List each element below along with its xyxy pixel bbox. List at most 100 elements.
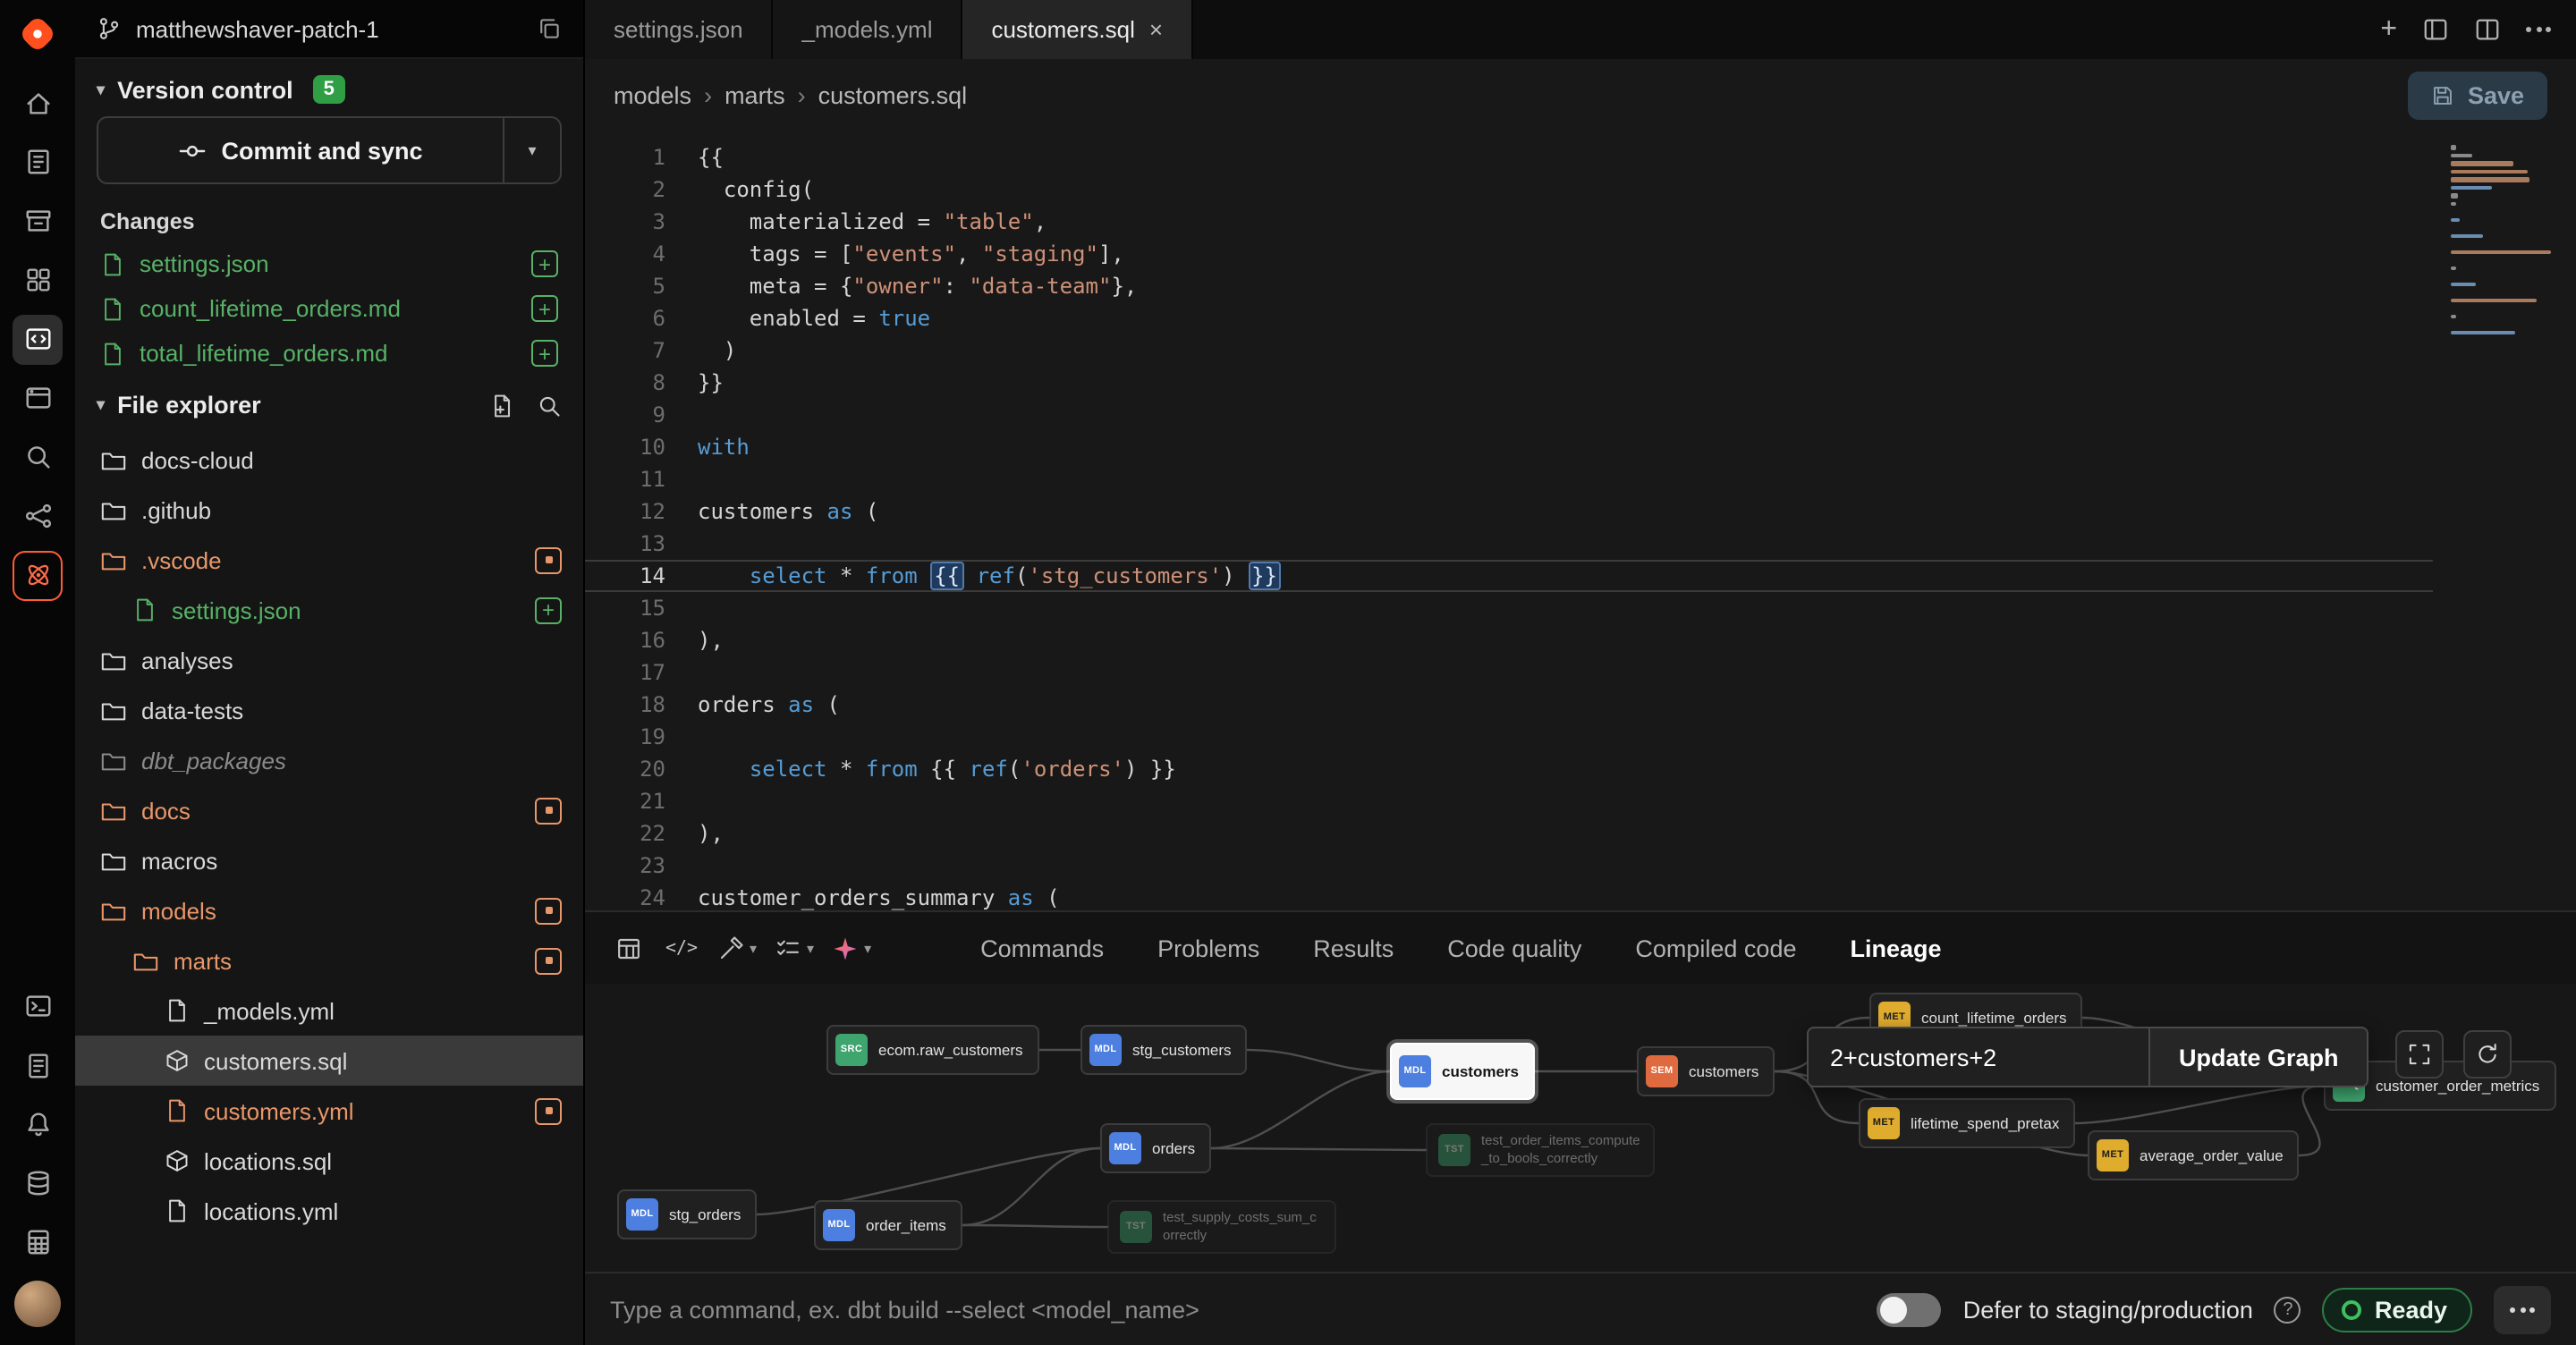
lineage-node-stg_customers[interactable]: MDLstg_customers: [1080, 1025, 1248, 1075]
code-editor[interactable]: 1{{2 config(3 materialized = "table",4 t…: [585, 131, 2576, 910]
more-options-button[interactable]: [2494, 1285, 2551, 1333]
ai-fix-icon[interactable]: ▾: [825, 923, 878, 973]
code-line-24[interactable]: 24customer_orders_summary as (: [585, 882, 2433, 910]
commit-options-dropdown[interactable]: ▾: [503, 118, 560, 182]
command-input[interactable]: [610, 1296, 1856, 1323]
code-line-15[interactable]: 15: [585, 592, 2433, 624]
code-line-14[interactable]: 14 select * from {{ ref('stg_customers')…: [585, 560, 2433, 592]
logs-icon[interactable]: [13, 1040, 63, 1090]
new-file-icon[interactable]: [490, 393, 515, 418]
changed-file-total_lifetime_orders.md[interactable]: total_lifetime_orders.md+: [75, 331, 583, 376]
tree-item-models[interactable]: models: [75, 885, 583, 935]
develop-icon[interactable]: [13, 314, 63, 364]
update-graph-button[interactable]: Update Graph: [2148, 1028, 2368, 1086]
lineage-node-order_items[interactable]: MDLorder_items: [814, 1200, 962, 1250]
code-line-22[interactable]: 22),: [585, 817, 2433, 850]
lineage-node-orders[interactable]: MDLorders: [1100, 1123, 1211, 1173]
graph-icon[interactable]: [13, 491, 63, 541]
tree-item-docs[interactable]: docs: [75, 785, 583, 835]
copy-branch-icon[interactable]: [537, 16, 562, 41]
changed-file-settings.json[interactable]: settings.json+: [75, 241, 583, 286]
code-line-21[interactable]: 21: [585, 785, 2433, 817]
apps-icon[interactable]: [13, 255, 63, 305]
version-control-header[interactable]: ▾ Version control 5: [75, 59, 583, 113]
open-editors-icon[interactable]: [2422, 16, 2449, 43]
tree-item-docs-cloud[interactable]: docs-cloud: [75, 435, 583, 485]
code-line-4[interactable]: 4 tags = ["events", "staging"],: [585, 238, 2433, 270]
lineage-node-average_order_value[interactable]: METaverage_order_value: [2088, 1130, 2300, 1180]
search-files-icon[interactable]: [537, 393, 562, 418]
tree-item-settings.json[interactable]: settings.json+: [75, 585, 583, 635]
code-line-10[interactable]: 10with: [585, 431, 2433, 463]
lineage-node-stg_orders[interactable]: MDLstg_orders: [617, 1189, 757, 1239]
defer-toggle[interactable]: [1877, 1292, 1942, 1326]
panel-tab-commands[interactable]: Commands: [953, 912, 1131, 984]
tree-item-locations.yml[interactable]: locations.yml: [75, 1186, 583, 1236]
database-icon[interactable]: [13, 1158, 63, 1208]
help-icon[interactable]: ?: [2275, 1296, 2301, 1323]
code-preview-icon[interactable]: </>: [657, 923, 707, 973]
new-tab-icon[interactable]: +: [2380, 15, 2397, 44]
tree-item-dbt_packages[interactable]: dbt_packages: [75, 735, 583, 785]
more-actions-icon[interactable]: [2526, 27, 2551, 32]
tree-item-data-tests[interactable]: data-tests: [75, 685, 583, 735]
build-icon[interactable]: ▾: [710, 923, 764, 973]
panel-tab-lineage[interactable]: Lineage: [1824, 912, 1969, 984]
lineage-node-raw_customers[interactable]: SRCecom.raw_customers: [826, 1025, 1039, 1075]
results-table-icon[interactable]: [603, 923, 653, 973]
code-line-3[interactable]: 3 materialized = "table",: [585, 206, 2433, 238]
breadcrumb-item-models[interactable]: models: [614, 81, 691, 108]
tab-_models.yml[interactable]: _models.yml: [774, 0, 963, 59]
lineage-node-customers_sem[interactable]: SEMcustomers: [1637, 1046, 1775, 1096]
code-line-8[interactable]: 8}}: [585, 367, 2433, 399]
save-button[interactable]: Save: [2409, 71, 2547, 119]
code-line-1[interactable]: 1{{: [585, 141, 2433, 173]
tree-item-locations.sql[interactable]: locations.sql: [75, 1136, 583, 1186]
commit-and-sync-main[interactable]: Commit and sync: [98, 118, 503, 182]
lineage-node-lifetime_spend_pretax[interactable]: METlifetime_spend_pretax: [1859, 1098, 2075, 1148]
code-line-11[interactable]: 11: [585, 463, 2433, 495]
code-line-7[interactable]: 7 ): [585, 334, 2433, 367]
minimap[interactable]: [2451, 145, 2555, 338]
breadcrumb-item-customers.sql[interactable]: customers.sql: [818, 81, 968, 108]
terminal-icon[interactable]: [13, 981, 63, 1031]
keypad-icon[interactable]: [13, 1217, 63, 1267]
tree-item-analyses[interactable]: analyses: [75, 635, 583, 685]
components-icon[interactable]: [13, 373, 63, 423]
tab-settings.json[interactable]: settings.json: [585, 0, 774, 59]
panel-tab-code-quality[interactable]: Code quality: [1420, 912, 1608, 984]
lineage-selector-input[interactable]: [1809, 1028, 2148, 1086]
home-icon[interactable]: [13, 78, 63, 128]
lineage-canvas[interactable]: Update Graph SRCecom.raw_customers MDLstg…: [585, 984, 2576, 1272]
tree-item-customers.sql[interactable]: customers.sql: [75, 1036, 583, 1086]
code-line-19[interactable]: 19: [585, 721, 2433, 753]
tree-item-customers.yml[interactable]: customers.yml: [75, 1086, 583, 1136]
file-explorer-header[interactable]: ▾ File explorer: [75, 376, 583, 427]
code-line-17[interactable]: 17: [585, 656, 2433, 689]
search-icon[interactable]: [13, 432, 63, 482]
commit-and-sync-button[interactable]: Commit and sync ▾: [97, 116, 562, 184]
panel-tab-problems[interactable]: Problems: [1131, 912, 1286, 984]
archive-icon[interactable]: [13, 196, 63, 246]
code-line-20[interactable]: 20 select * from {{ ref('orders') }}: [585, 753, 2433, 785]
tree-item-.vscode[interactable]: .vscode: [75, 535, 583, 585]
code-line-23[interactable]: 23: [585, 850, 2433, 882]
lineage-node-test_order_items[interactable]: TSTtest_order_items_compute_to_bools_cor…: [1426, 1123, 1655, 1176]
bell-icon[interactable]: [13, 1099, 63, 1149]
code-line-9[interactable]: 9: [585, 399, 2433, 431]
code-line-5[interactable]: 5 meta = {"owner": "data-team"},: [585, 270, 2433, 302]
status-badge[interactable]: Ready: [2323, 1287, 2472, 1332]
tab-customers.sql[interactable]: customers.sql×: [962, 0, 1193, 59]
code-line-18[interactable]: 18orders as (: [585, 689, 2433, 721]
lineage-node-customers[interactable]: MDLcustomers: [1390, 1043, 1535, 1100]
refresh-icon[interactable]: [2463, 1030, 2512, 1079]
branch-name[interactable]: matthewshaver-patch-1: [136, 15, 379, 42]
tree-item-marts[interactable]: marts: [75, 935, 583, 985]
breadcrumb-item-marts[interactable]: marts: [724, 81, 785, 108]
code-line-16[interactable]: 16),: [585, 624, 2433, 656]
user-avatar[interactable]: [14, 1281, 61, 1327]
fullscreen-icon[interactable]: [2395, 1030, 2444, 1079]
tree-item-.github[interactable]: .github: [75, 485, 583, 535]
close-tab-icon[interactable]: ×: [1149, 16, 1163, 43]
panel-tab-compiled-code[interactable]: Compiled code: [1608, 912, 1823, 984]
